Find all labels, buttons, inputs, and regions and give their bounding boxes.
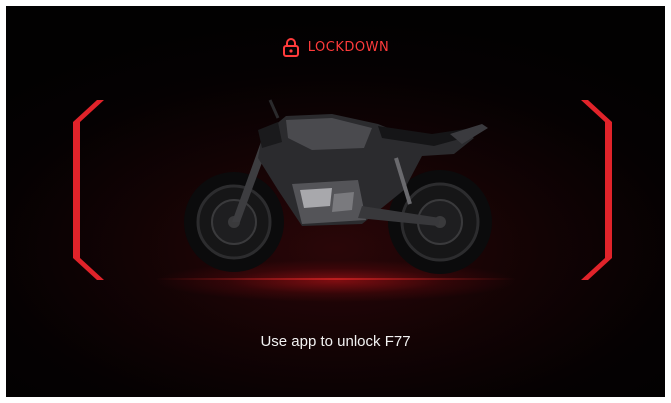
lockdown-label: LOCKDOWN — [307, 39, 390, 55]
lock-icon — [282, 37, 300, 57]
lockdown-screen: LOCKDOWN Use app to unlock F77 — [6, 6, 665, 397]
right-bracket-icon — [581, 100, 612, 280]
motorcycle-image — [184, 99, 492, 274]
lockdown-header: LOCKDOWN — [6, 37, 665, 57]
unlock-message: Use app to unlock F77 — [260, 333, 411, 350]
